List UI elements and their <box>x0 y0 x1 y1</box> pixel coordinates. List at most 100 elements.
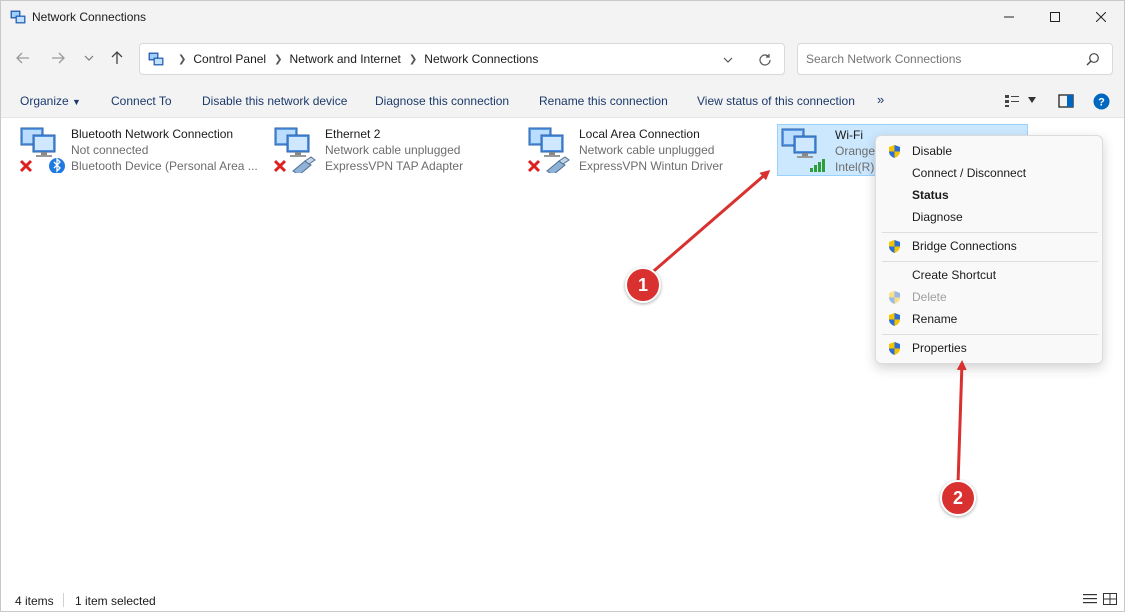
breadcrumb-network-and-internet[interactable]: Network and Internet <box>290 52 401 66</box>
disable-device-button[interactable]: Disable this network device <box>202 94 347 108</box>
menu-separator <box>882 261 1098 262</box>
connection-device: Bluetooth Device (Personal Area ... <box>71 159 258 173</box>
menu-label: Bridge Connections <box>912 239 1017 253</box>
breadcrumb-control-panel[interactable]: Control Panel <box>193 52 266 66</box>
details-view-icon[interactable] <box>1083 593 1097 605</box>
maximize-button[interactable] <box>1032 1 1078 33</box>
list-item-ethernet-2[interactable]: Ethernet 2 Network cable unplugged Expre… <box>273 123 513 177</box>
menu-label: Properties <box>912 341 967 355</box>
menu-item-diagnose[interactable]: Diagnose <box>876 206 1102 228</box>
uac-shield-icon <box>889 313 900 326</box>
recent-locations-button[interactable] <box>78 47 100 69</box>
connection-device: ExpressVPN TAP Adapter <box>325 159 464 173</box>
menu-item-bridge-connections[interactable]: Bridge Connections <box>876 235 1102 257</box>
status-bar: 4 items 1 item selected <box>1 587 1124 611</box>
connection-name: Local Area Connection <box>579 127 700 141</box>
connection-name: Wi-Fi <box>835 128 863 142</box>
search-input[interactable] <box>806 52 1076 66</box>
forward-button[interactable] <box>47 47 69 69</box>
arrow-right-icon <box>52 52 65 64</box>
back-button[interactable] <box>12 47 34 69</box>
selected-count: 1 item selected <box>75 594 156 608</box>
command-bar: Organize ▼ Connect To Disable this netwo… <box>1 85 1124 118</box>
menu-label: Diagnose <box>912 210 963 224</box>
view-status-button[interactable]: View status of this connection <box>697 94 855 108</box>
organize-menu-button[interactable]: Organize ▼ <box>20 94 81 108</box>
breadcrumb-separator-icon[interactable]: ❯ <box>178 54 186 65</box>
menu-item-rename[interactable]: Rename <box>876 308 1102 330</box>
change-view-icon[interactable] <box>1004 94 1020 108</box>
items-count: 4 items <box>15 594 54 608</box>
uac-shield-icon <box>889 342 900 355</box>
menu-label: Create Shortcut <box>912 268 997 282</box>
menu-label: Status <box>912 188 949 202</box>
ethernet-network-icon <box>527 127 570 173</box>
status-divider <box>63 593 64 607</box>
connection-name: Ethernet 2 <box>325 127 381 141</box>
more-commands-button[interactable]: » <box>877 92 884 107</box>
list-item-local-area-connection[interactable]: Local Area Connection Network cable unpl… <box>527 123 767 177</box>
menu-item-create-shortcut[interactable]: Create Shortcut <box>876 264 1102 286</box>
help-icon[interactable]: ? <box>1093 93 1110 110</box>
rename-connection-button[interactable]: Rename this connection <box>539 94 668 108</box>
refresh-button[interactable] <box>756 51 774 69</box>
connection-device: ExpressVPN Wintun Driver <box>579 159 724 173</box>
list-item-bluetooth-network-connection[interactable]: Bluetooth Network Connection Not connect… <box>19 123 269 177</box>
bluetooth-network-icon <box>19 127 65 173</box>
menu-item-connect-disconnect[interactable]: Connect / Disconnect <box>876 162 1102 184</box>
step-badge-1: 1 <box>625 267 661 303</box>
search-box[interactable] <box>797 43 1113 75</box>
ethernet-network-icon <box>273 127 316 173</box>
control-panel-icon <box>148 52 164 66</box>
connection-status: Not connected <box>71 143 149 157</box>
close-button[interactable] <box>1078 1 1124 33</box>
connection-status: Network cable unplugged <box>579 143 715 157</box>
chevron-down-icon <box>723 57 733 63</box>
up-button[interactable] <box>106 47 128 69</box>
organize-label: Organize <box>20 94 69 108</box>
step-badge-2: 2 <box>940 480 976 516</box>
breadcrumb-network-connections[interactable]: Network Connections <box>424 52 538 66</box>
address-bar[interactable]: ❯ Control Panel ❯ Network and Internet ❯… <box>139 43 785 75</box>
minimize-button[interactable] <box>986 1 1032 33</box>
svg-text:?: ? <box>1098 97 1105 109</box>
uac-shield-icon <box>889 240 900 253</box>
menu-label: Connect / Disconnect <box>912 166 1027 180</box>
breadcrumb-separator-icon[interactable]: ❯ <box>409 54 417 65</box>
arrow-left-icon <box>16 52 29 64</box>
arrow-up-icon <box>111 51 123 64</box>
maximize-icon <box>1050 12 1060 22</box>
title-bar: Network Connections <box>1 1 1124 33</box>
breadcrumb: ❯ Control Panel ❯ Network and Internet ❯… <box>170 52 538 66</box>
connect-to-button[interactable]: Connect To <box>111 94 172 108</box>
network-connections-app-icon <box>10 10 26 24</box>
chevron-down-icon <box>84 55 94 61</box>
window-title: Network Connections <box>32 10 147 24</box>
minimize-icon <box>1004 16 1014 18</box>
caret-down-icon[interactable] <box>1027 96 1037 104</box>
menu-item-disable[interactable]: Disable <box>876 140 1102 162</box>
navigation-bar: ❯ Control Panel ❯ Network and Internet ❯… <box>1 33 1124 85</box>
connection-status: Network cable unplugged <box>325 143 461 157</box>
menu-item-properties[interactable]: Properties <box>876 337 1102 359</box>
context-menu: Disable Connect / Disconnect Status Diag… <box>875 135 1103 364</box>
close-icon <box>1096 12 1106 22</box>
preview-pane-icon[interactable] <box>1058 94 1074 108</box>
address-dropdown-button[interactable] <box>720 52 736 68</box>
large-icons-view-icon[interactable] <box>1103 593 1117 605</box>
refresh-icon <box>759 54 771 66</box>
menu-label: Disable <box>912 144 953 158</box>
uac-shield-icon <box>889 291 900 304</box>
diagnose-connection-button[interactable]: Diagnose this connection <box>375 94 509 108</box>
menu-label: Rename <box>912 312 958 326</box>
menu-item-delete: Delete <box>876 286 1102 308</box>
uac-shield-icon <box>889 145 900 158</box>
search-icon[interactable] <box>1086 52 1100 66</box>
breadcrumb-separator-icon[interactable]: ❯ <box>274 54 282 65</box>
connection-status: Orange <box>835 144 876 158</box>
connection-device: Intel(R) <box>835 160 875 174</box>
network-connections-window: Network Connections ❯ Control Panel ❯ Ne… <box>0 0 1125 612</box>
connection-name: Bluetooth Network Connection <box>71 127 234 141</box>
caret-down-icon: ▼ <box>72 97 81 107</box>
menu-item-status[interactable]: Status <box>876 184 1102 206</box>
